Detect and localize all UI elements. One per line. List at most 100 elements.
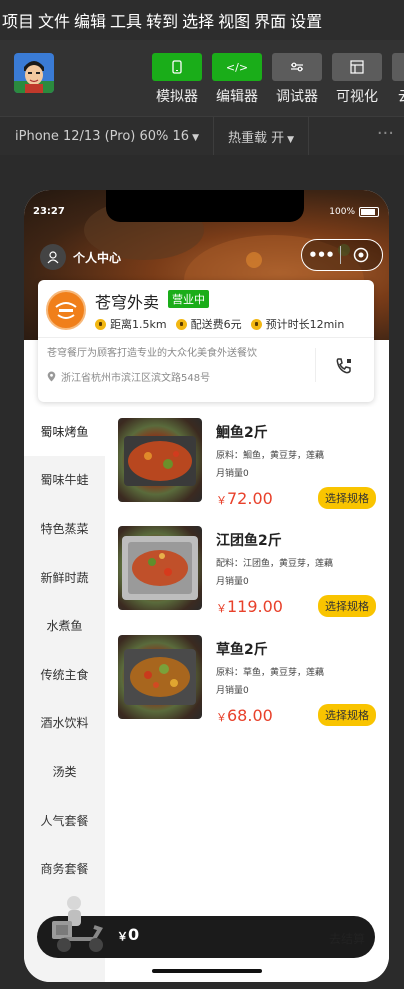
price-value: 72.00: [227, 489, 273, 508]
product-image: [118, 635, 202, 719]
product-sales: 月销量0: [216, 686, 249, 696]
status-battery: 100%: [329, 207, 379, 217]
editor-button[interactable]: </> 编辑器: [210, 53, 264, 106]
category-item[interactable]: 新鲜时蔬: [24, 553, 105, 602]
category-item[interactable]: 蜀味牛蛙: [24, 456, 105, 505]
category-item[interactable]: 汤类: [24, 747, 105, 796]
menu-view[interactable]: 视图: [218, 8, 254, 32]
distance-info: 距离1.5km: [95, 316, 167, 332]
distance-label: 距离1.5km: [110, 318, 167, 331]
user-center-label: 个人中心: [73, 250, 122, 265]
menu-file[interactable]: 文件: [38, 8, 74, 32]
product-price: ￥119.00: [216, 597, 283, 616]
product-item[interactable]: 鮰鱼2斤 原料：鮰鱼，黄豆芽，莲藕 月销量0 ￥72.00 选择规格: [118, 418, 384, 513]
debugger-button[interactable]: 调试器: [270, 53, 324, 106]
currency-symbol: ￥: [216, 711, 227, 724]
cloud-label: 云: [390, 86, 404, 106]
clock-icon: [95, 318, 106, 330]
miniprogram-capsule: •••: [301, 239, 383, 271]
simulator-label: 模拟器: [156, 89, 198, 105]
address-label: 浙江省杭州市滨江区滨文路548号: [61, 373, 211, 384]
more-dots-icon[interactable]: •••: [302, 246, 340, 264]
menu-tools[interactable]: 工具: [110, 8, 146, 32]
delivery-scooter-icon: [50, 893, 108, 955]
product-materials: 配料：江团鱼，黄豆芽，莲藕: [216, 559, 334, 569]
device-select[interactable]: iPhone 12/13 (Pro) 60% 16 ▼: [15, 129, 199, 144]
currency-symbol: ￥: [216, 494, 227, 507]
currency-symbol: ￥: [117, 930, 128, 943]
coin-icon: [175, 318, 187, 330]
layout-icon: [350, 60, 364, 74]
home-indicator: [152, 969, 262, 973]
shop-logo: [46, 290, 86, 330]
status-time: 23:27: [33, 206, 65, 217]
delivery-fee-info: 配送费6元: [175, 316, 242, 332]
user-icon: [40, 244, 66, 270]
product-price: ￥68.00: [216, 706, 273, 725]
menu-select[interactable]: 选择: [182, 8, 218, 32]
category-item[interactable]: 水煮鱼: [24, 601, 105, 650]
timer-icon: [250, 318, 262, 330]
currency-symbol: ￥: [216, 602, 227, 615]
hot-reload-toggle[interactable]: 热重载 开 ▼: [228, 127, 294, 146]
select-spec-button[interactable]: 选择规格: [318, 704, 376, 726]
product-sales: 月销量0: [216, 469, 249, 479]
category-item[interactable]: 酒水饮料: [24, 699, 105, 748]
debugger-label: 调试器: [276, 89, 318, 105]
checkout-button[interactable]: 去结算: [329, 930, 365, 947]
simulator-button[interactable]: 模拟器: [150, 53, 204, 106]
category-item[interactable]: 特色蒸菜: [24, 504, 105, 553]
category-item[interactable]: 传统主食: [24, 650, 105, 699]
product-image: [118, 418, 202, 502]
delivery-fee-label: 配送费6元: [190, 318, 242, 331]
shop-address: 浙江省杭州市滨江区滨文路548号: [47, 369, 210, 384]
eta-label: 预计时长12min: [265, 318, 345, 331]
price-value: 68.00: [227, 706, 273, 725]
menu-interface[interactable]: 界面: [254, 8, 290, 32]
device-notch: [106, 190, 304, 222]
menu-edit[interactable]: 编辑: [74, 8, 110, 32]
product-price: ￥72.00: [216, 489, 273, 508]
shop-name: 苍穹外卖: [95, 293, 160, 312]
product-materials: 原料：鮰鱼，黄豆芽，莲藕: [216, 451, 325, 461]
product-item[interactable]: 草鱼2斤 原料：草鱼，黄豆芽，莲藕 月销量0 ￥68.00 选择规格: [118, 635, 384, 730]
phone-simulator: 23:27 100% 个人中心 ••• 苍穹外卖 营业中 距离1.5km 配送费…: [24, 190, 389, 982]
divider: [38, 337, 374, 338]
divider: [308, 117, 310, 155]
editor-label: 编辑器: [216, 89, 258, 105]
category-item[interactable]: 商务套餐: [24, 844, 105, 893]
code-icon: </>: [225, 60, 249, 74]
product-item[interactable]: 江团鱼2斤 配料：江团鱼，黄豆芽，莲藕 月销量0 ￥119.00 选择规格: [118, 526, 384, 621]
device-select-label: iPhone 12/13 (Pro) 60% 16: [15, 128, 190, 144]
chevron-down-icon: ▼: [287, 134, 295, 145]
menu-goto[interactable]: 转到: [146, 8, 182, 32]
hot-reload-label: 热重载 开: [228, 130, 285, 146]
phone-icon: [172, 60, 182, 74]
category-item[interactable]: 蜀味烤鱼: [24, 407, 105, 456]
product-name: 鮰鱼2斤: [216, 425, 268, 441]
shop-card: 苍穹外卖 营业中 距离1.5km 配送费6元 预计时长12min 苍穹餐厅为顾客…: [38, 280, 374, 402]
battery-icon: [359, 207, 379, 217]
select-spec-button[interactable]: 选择规格: [318, 487, 376, 509]
product-image: [118, 526, 202, 610]
category-item[interactable]: 人气套餐: [24, 796, 105, 845]
user-center-link[interactable]: 个人中心: [40, 244, 121, 270]
avatar[interactable]: [14, 53, 54, 93]
divider: [213, 117, 214, 155]
visual-button[interactable]: 可视化: [330, 53, 384, 106]
device-bar: iPhone 12/13 (Pro) 60% 16 ▼ 热重载 开 ▼ ···: [0, 116, 404, 155]
product-list: 鮰鱼2斤 原料：鮰鱼，黄豆芽，莲藕 月销量0 ￥72.00 选择规格 江团鱼2斤…: [105, 407, 389, 982]
menu-project[interactable]: 项目: [2, 8, 38, 32]
debug-icon: [291, 62, 303, 72]
toolbar: 模拟器 </> 编辑器 调试器 可视化 云: [0, 40, 404, 116]
phone-call-icon[interactable]: [334, 356, 354, 380]
cloud-button[interactable]: 云: [390, 53, 404, 106]
cart-total: ￥0: [117, 925, 139, 944]
select-spec-button[interactable]: 选择规格: [318, 595, 376, 617]
close-capsule-icon[interactable]: [341, 247, 381, 263]
eta-info: 预计时长12min: [250, 316, 345, 332]
menu-settings[interactable]: 设置: [290, 8, 326, 32]
product-materials: 原料：草鱼，黄豆芽，莲藕: [216, 668, 325, 678]
more-icon[interactable]: ···: [377, 123, 394, 144]
product-name: 江团鱼2斤: [216, 533, 282, 549]
